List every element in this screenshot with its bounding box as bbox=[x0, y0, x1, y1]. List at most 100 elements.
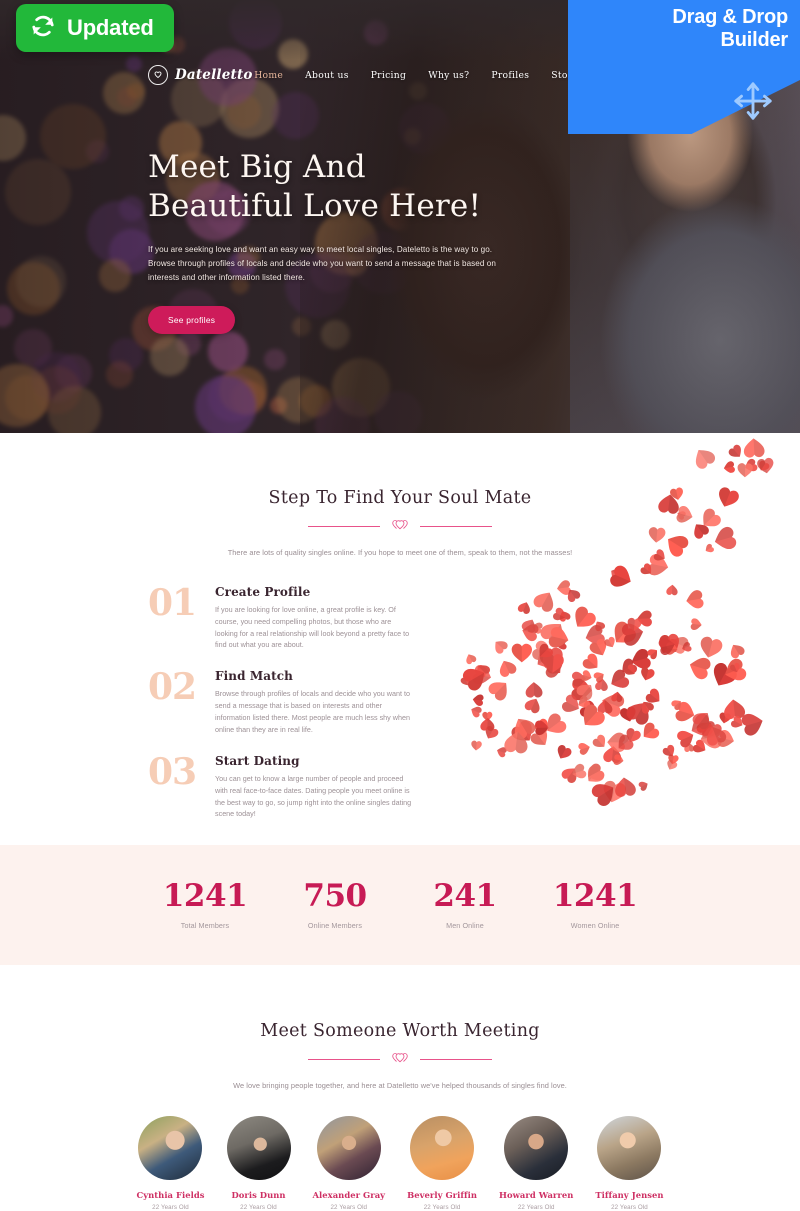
paper-heart-icon bbox=[666, 584, 679, 597]
avatar[interactable] bbox=[138, 1115, 203, 1180]
hero-subtitle: If you are seeking love and want an easy… bbox=[148, 245, 496, 282]
step-text: You can get to know a large number of pe… bbox=[215, 773, 412, 819]
nav-link-about-us[interactable]: About us bbox=[305, 70, 349, 81]
paper-heart-icon bbox=[683, 588, 705, 610]
step-text: Browse through profiles of locals and de… bbox=[215, 689, 410, 734]
double-heart-icon bbox=[392, 517, 408, 535]
divider-line-right bbox=[420, 525, 492, 527]
double-heart-icon bbox=[392, 1050, 408, 1068]
stat-label: Total Members bbox=[180, 920, 230, 930]
profile-card[interactable]: Alexander Gray 22 Years Old bbox=[312, 1115, 386, 1211]
steps-header: Step To Find Your Soul Mate There are lo… bbox=[0, 433, 800, 559]
hero-section: Datelletto Home About us Pricing Why us? Pro… bbox=[0, 0, 800, 433]
profile-card[interactable]: Cynthia Fields 22 Years Old bbox=[136, 1115, 205, 1211]
brand-name: Datelletto bbox=[175, 67, 253, 83]
stat-item: 750 Online Members bbox=[270, 877, 400, 930]
step-title: Create Profile bbox=[215, 584, 311, 599]
avatar[interactable] bbox=[316, 1115, 381, 1180]
profile-card[interactable]: Doris Dunn 22 Years Old bbox=[226, 1115, 291, 1211]
avatar[interactable] bbox=[504, 1115, 569, 1180]
profile-name: Cynthia Fields bbox=[136, 1189, 205, 1200]
step-number: 01 bbox=[148, 581, 197, 624]
profile-age: 22 Years Old bbox=[152, 1203, 189, 1211]
stat-item: 241 Men Online bbox=[400, 877, 530, 930]
profile-age: 22 Years Old bbox=[423, 1203, 461, 1211]
step-body: Create Profile If you are looking for lov… bbox=[215, 585, 415, 652]
steps-list: 01 Create Profile If you are looking for l… bbox=[0, 585, 420, 821]
profile-name: Tiffany Jensen bbox=[595, 1189, 664, 1200]
profile-age: 22 Years Old bbox=[517, 1203, 555, 1211]
divider-line-right bbox=[420, 1058, 492, 1060]
profile-card[interactable]: Howard Warren 22 Years Old bbox=[499, 1115, 574, 1211]
see-profiles-button[interactable]: See profiles bbox=[148, 305, 236, 334]
brand-logo[interactable]: Datelletto bbox=[148, 65, 253, 85]
step-title: Find Match bbox=[215, 669, 294, 684]
nav-link-stories[interactable]: Stories bbox=[551, 70, 586, 81]
stat-value: 750 bbox=[303, 877, 367, 914]
paper-heart-icon bbox=[480, 716, 496, 732]
main-navigation: Datelletto Home About us Pricing Why us? Pro… bbox=[0, 58, 800, 92]
paper-heart-icon bbox=[656, 635, 678, 657]
nav-link-pricing[interactable]: Pricing bbox=[371, 70, 407, 81]
steps-subtitle: There are lots of quality singles online… bbox=[227, 548, 573, 557]
profiles-section: Meet Someone Worth Meeting We love bring… bbox=[0, 965, 800, 1211]
profile-age: 22 Years Old bbox=[330, 1203, 368, 1211]
profile-card[interactable]: Beverly Griffin 22 Years Old bbox=[407, 1115, 478, 1211]
profiles-title: Meet Someone Worth Meeting bbox=[260, 1021, 540, 1041]
stat-label: Online Members bbox=[307, 920, 363, 930]
step-number: 03 bbox=[148, 750, 197, 793]
profile-name: Alexander Gray bbox=[312, 1189, 386, 1200]
nav-link-home[interactable]: Home bbox=[254, 70, 283, 81]
profile-name: Beverly Griffin bbox=[407, 1189, 478, 1200]
step-body: Find Match Browse through profiles of loc… bbox=[215, 669, 415, 736]
steps-section: Step To Find Your Soul Mate There are lo… bbox=[0, 433, 800, 845]
divider-line-left bbox=[308, 525, 380, 527]
stat-item: 1241 Women Online bbox=[530, 877, 660, 930]
paper-heart-icon bbox=[553, 742, 574, 763]
hero-title-line-2: Beautiful Love Here! bbox=[148, 188, 482, 225]
avatar[interactable] bbox=[226, 1115, 291, 1180]
profile-age: 22 Years Old bbox=[611, 1203, 648, 1211]
step-title: Start Dating bbox=[215, 753, 300, 768]
paper-heart-icon bbox=[576, 741, 592, 757]
step-item: 01 Create Profile If you are looking for l… bbox=[148, 585, 420, 652]
paper-heart-icon bbox=[739, 710, 768, 739]
profile-age: 22 Years Old bbox=[240, 1203, 277, 1211]
paper-heart-icon bbox=[519, 622, 541, 644]
nav-link-profiles[interactable]: Profiles bbox=[491, 70, 529, 81]
landing-page: Datelletto Home About us Pricing Why us? Pro… bbox=[0, 0, 800, 1211]
profile-name: Howard Warren bbox=[499, 1189, 574, 1200]
paper-heart-icon bbox=[490, 636, 510, 656]
nav-link-why-us[interactable]: Why us? bbox=[428, 70, 469, 81]
updated-badge-label: Updated bbox=[67, 15, 154, 40]
steps-title: Step To Find Your Soul Mate bbox=[268, 488, 532, 508]
paper-heart-icon bbox=[471, 738, 483, 751]
stat-item: 1241 Total Members bbox=[140, 877, 270, 930]
avatar[interactable] bbox=[410, 1115, 475, 1180]
paper-heart-icon bbox=[626, 617, 642, 633]
nav-link-contacts[interactable]: Contacts bbox=[608, 70, 652, 81]
paper-heart-icon bbox=[516, 599, 533, 616]
nav-links: Home About us Pricing Why us? Profiles Storie… bbox=[254, 70, 652, 81]
stat-value: 241 bbox=[433, 877, 497, 914]
stat-label: Women Online bbox=[570, 920, 620, 930]
profiles-subtitle: We love bringing people together, and he… bbox=[233, 1081, 567, 1090]
divider-line-left bbox=[308, 1058, 380, 1060]
section-divider bbox=[300, 519, 500, 533]
refresh-icon bbox=[30, 13, 56, 44]
step-item: 02 Find Match Browse through profiles of l… bbox=[148, 669, 420, 736]
avatar[interactable] bbox=[597, 1115, 662, 1180]
stat-value: 1241 bbox=[162, 877, 248, 914]
profile-card[interactable]: Tiffany Jensen 22 Years Old bbox=[595, 1115, 664, 1211]
section-divider bbox=[300, 1052, 500, 1066]
step-text: If you are looking for love online, a gr… bbox=[215, 604, 410, 650]
step-number: 02 bbox=[148, 666, 197, 709]
stats-section: 1241 Total Members 750 Online Members 241 Men… bbox=[0, 845, 800, 965]
step-body: Start Dating You can get to know a large … bbox=[215, 754, 415, 821]
stat-value: 1241 bbox=[552, 877, 638, 914]
paper-heart-icon bbox=[638, 665, 656, 683]
step-item: 03 Start Dating You can get to know a larg… bbox=[148, 754, 420, 821]
circle-heart-logo-icon bbox=[148, 65, 168, 85]
profile-list: Cynthia Fields 22 Years Old Doris Dunn 22 Y… bbox=[0, 1115, 800, 1211]
paper-heart-icon bbox=[473, 693, 487, 707]
